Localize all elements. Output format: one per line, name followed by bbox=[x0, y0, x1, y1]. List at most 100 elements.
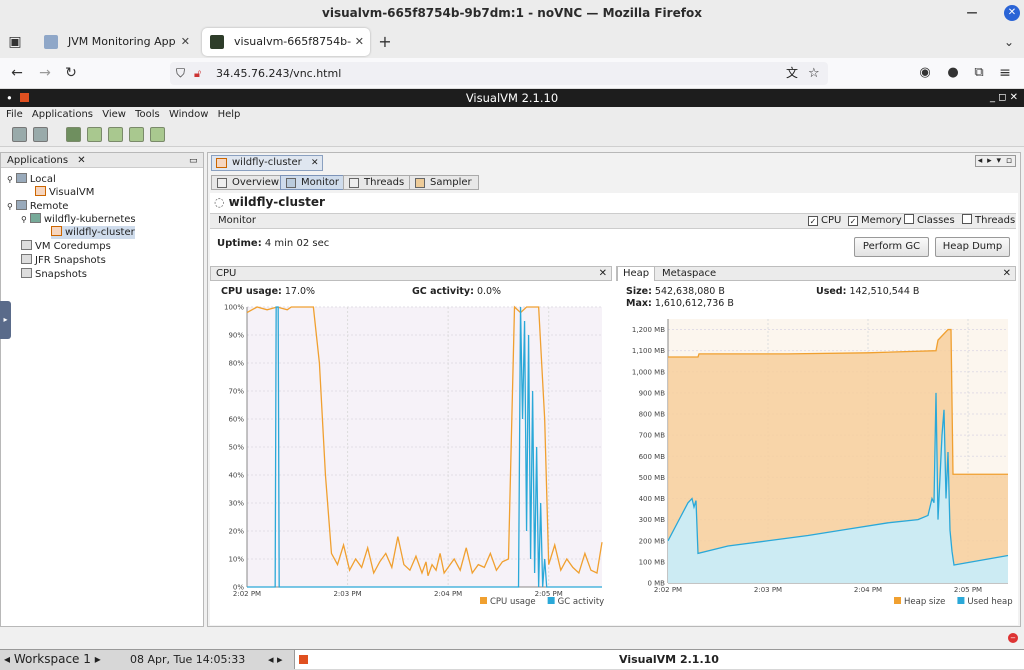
save-icon[interactable] bbox=[33, 127, 48, 142]
checkbox-threads[interactable]: Threads bbox=[962, 214, 1015, 228]
close-tab-icon[interactable]: ✕ bbox=[355, 28, 364, 56]
tab-list-icon[interactable]: ▣ bbox=[6, 33, 24, 51]
doc-tab-wildfly-cluster[interactable]: wildfly-cluster ✕ bbox=[211, 155, 324, 171]
add-snapshot-icon[interactable] bbox=[129, 127, 144, 142]
browser-nav-bar: ← → ↻ ⛉ 🔓︎ 34.45.76.243/vnc.html 文 ☆ ◉ ●… bbox=[0, 58, 1024, 89]
add-coredump-icon[interactable] bbox=[108, 127, 123, 142]
extensions-icon[interactable]: ⧉ bbox=[970, 64, 988, 82]
tree-node-snapshots[interactable]: Snapshots bbox=[21, 268, 87, 281]
checkbox-cpu[interactable]: ✓ CPU bbox=[808, 214, 841, 228]
tree-node-wildfly-kubernetes[interactable]: ⚲ wildfly-kubernetes bbox=[21, 213, 136, 226]
browser-title-bar: visualvm-665f8754b-9b7dm:1 - noVNC — Moz… bbox=[0, 0, 1024, 26]
menu-view[interactable]: View bbox=[102, 109, 126, 120]
url-bar[interactable]: ⛉ 🔓︎ 34.45.76.243/vnc.html 文 ☆ bbox=[170, 62, 828, 85]
perform-gc-button[interactable]: Perform GC bbox=[854, 237, 929, 257]
doc-tab-label: wildfly-cluster bbox=[232, 157, 302, 168]
x-tick-label: 2:04 PM bbox=[434, 590, 462, 598]
close-icon[interactable]: ✕ bbox=[599, 267, 607, 280]
tab-heap[interactable]: Heap bbox=[617, 266, 656, 281]
menu-icon[interactable]: ≡ bbox=[996, 64, 1014, 82]
applications-title: Applications bbox=[7, 155, 69, 166]
bookmark-star-icon[interactable]: ☆ bbox=[808, 62, 820, 85]
tree-node-vm-coredumps[interactable]: VM Coredumps bbox=[21, 240, 111, 253]
window-controls-icon[interactable]: _ ◻ ✕ bbox=[990, 89, 1018, 107]
legend-label: Used heap bbox=[967, 597, 1012, 607]
close-icon[interactable]: ✕ bbox=[1004, 5, 1020, 21]
back-icon[interactable]: ← bbox=[8, 64, 26, 82]
expand-icon[interactable]: ⚲ bbox=[7, 175, 13, 184]
menu-window[interactable]: Window bbox=[169, 109, 208, 120]
tree-node-visualvm[interactable]: VisualVM bbox=[35, 186, 94, 199]
loading-icon: ◌ bbox=[214, 195, 225, 209]
y-tick-label: 90% bbox=[228, 332, 244, 340]
tree-node-local[interactable]: ⚲ Local bbox=[7, 173, 56, 186]
y-tick-label: 10% bbox=[228, 556, 244, 564]
subtab-threads[interactable]: Threads bbox=[343, 175, 412, 190]
close-icon[interactable]: ✕ bbox=[1003, 267, 1011, 280]
menu-tools[interactable]: Tools bbox=[135, 109, 160, 120]
heap-panel-header: Heap Metaspace ✕ bbox=[616, 266, 1016, 281]
add-remote-host-icon[interactable] bbox=[87, 127, 102, 142]
tree-node-jfr-snapshots[interactable]: JFR Snapshots bbox=[21, 254, 106, 267]
subtab-monitor[interactable]: Monitor bbox=[280, 175, 347, 190]
taskbar-arrows-icon[interactable]: ◂ ▸ bbox=[268, 650, 283, 669]
heap-dump-button[interactable]: Heap Dump bbox=[935, 237, 1010, 257]
y-tick-label: 300 MB bbox=[639, 516, 666, 524]
forward-icon[interactable]: → bbox=[36, 64, 54, 82]
subtab-sampler[interactable]: Sampler bbox=[409, 175, 479, 190]
compare-icon[interactable] bbox=[150, 127, 165, 142]
sampler-icon bbox=[415, 178, 425, 188]
workspace-switcher[interactable]: ◂ Workspace 1 ▸ bbox=[4, 650, 101, 669]
add-jmx-icon[interactable] bbox=[66, 127, 81, 142]
y-tick-label: 1,000 MB bbox=[632, 368, 665, 376]
visualvm-logo-icon bbox=[299, 655, 308, 664]
monitor-header: Monitor ✓ CPU ✓ Memory Classes Threads bbox=[210, 213, 1016, 229]
taskbar-window-visualvm[interactable]: VisualVM 2.1.10 bbox=[294, 650, 1024, 669]
legend-label: Heap size bbox=[904, 597, 945, 607]
notification-icon[interactable]: − bbox=[1008, 633, 1018, 643]
tree-node-remote[interactable]: ⚲ Remote bbox=[7, 200, 68, 213]
snapshot-icon bbox=[21, 268, 32, 278]
visualvm-toolbar bbox=[0, 123, 1024, 147]
menu-help[interactable]: Help bbox=[218, 109, 241, 120]
load-snapshot-icon[interactable] bbox=[12, 127, 27, 142]
close-icon[interactable]: ✕ bbox=[77, 155, 85, 166]
insecure-lock-icon[interactable]: 🔓︎ bbox=[194, 62, 201, 85]
shield-icon[interactable]: ⛉ bbox=[176, 62, 185, 85]
menu-file[interactable]: File bbox=[6, 109, 23, 120]
gc-activity-readout: GC activity: 0.0% bbox=[412, 286, 502, 297]
expand-icon[interactable]: ⚲ bbox=[7, 202, 13, 211]
y-tick-label: 1,200 MB bbox=[632, 326, 665, 334]
tree-node-wildfly-cluster[interactable]: wildfly-cluster bbox=[51, 226, 135, 239]
new-tab-button[interactable]: + bbox=[376, 33, 394, 51]
tab-visualvm-novnc[interactable]: visualvm-665f8754b-9b7dm ✕ bbox=[202, 28, 370, 76]
close-icon[interactable]: ✕ bbox=[311, 158, 319, 168]
legend-label: CPU usage bbox=[490, 597, 536, 607]
minimize-icon[interactable]: — bbox=[964, 5, 980, 21]
tab-metaspace[interactable]: Metaspace bbox=[657, 267, 721, 280]
chevron-down-icon[interactable]: ⌄ bbox=[1000, 33, 1018, 51]
java-app-icon bbox=[35, 186, 46, 196]
subtab-overview[interactable]: Overview bbox=[211, 175, 287, 190]
checkbox-checked-icon: ✓ bbox=[808, 216, 818, 226]
translate-icon[interactable]: 文 bbox=[786, 62, 798, 85]
account-icon[interactable]: ● bbox=[944, 64, 962, 82]
reload-icon[interactable]: ↻ bbox=[62, 64, 80, 82]
novnc-sidebar-handle[interactable]: ▸ bbox=[0, 301, 11, 339]
y-tick-label: 20% bbox=[228, 528, 244, 536]
y-tick-label: 800 MB bbox=[639, 411, 666, 419]
checkbox-memory[interactable]: ✓ Memory bbox=[848, 214, 902, 228]
url-text: 34.45.76.243/vnc.html bbox=[216, 67, 342, 80]
minimize-panel-icon[interactable]: ▭ bbox=[189, 154, 198, 169]
window-menu-icon[interactable]: • bbox=[6, 89, 13, 107]
expand-icon[interactable]: ⚲ bbox=[21, 215, 27, 224]
y-tick-label: 60% bbox=[228, 416, 244, 424]
checkbox-classes[interactable]: Classes bbox=[904, 214, 955, 228]
menu-applications[interactable]: Applications bbox=[32, 109, 93, 120]
tab-jvm-monitoring[interactable]: JVM Monitoring App ✕ bbox=[36, 28, 196, 56]
heap-used-readout: Used: 142,510,544 B bbox=[816, 286, 920, 297]
uptime: Uptime: 4 min 02 sec bbox=[217, 238, 330, 249]
pocket-icon[interactable]: ◉ bbox=[916, 64, 934, 82]
tab-navigation-icon[interactable]: ◂ ▸ ▾ ▫ bbox=[974, 155, 1016, 167]
close-tab-icon[interactable]: ✕ bbox=[181, 28, 190, 56]
